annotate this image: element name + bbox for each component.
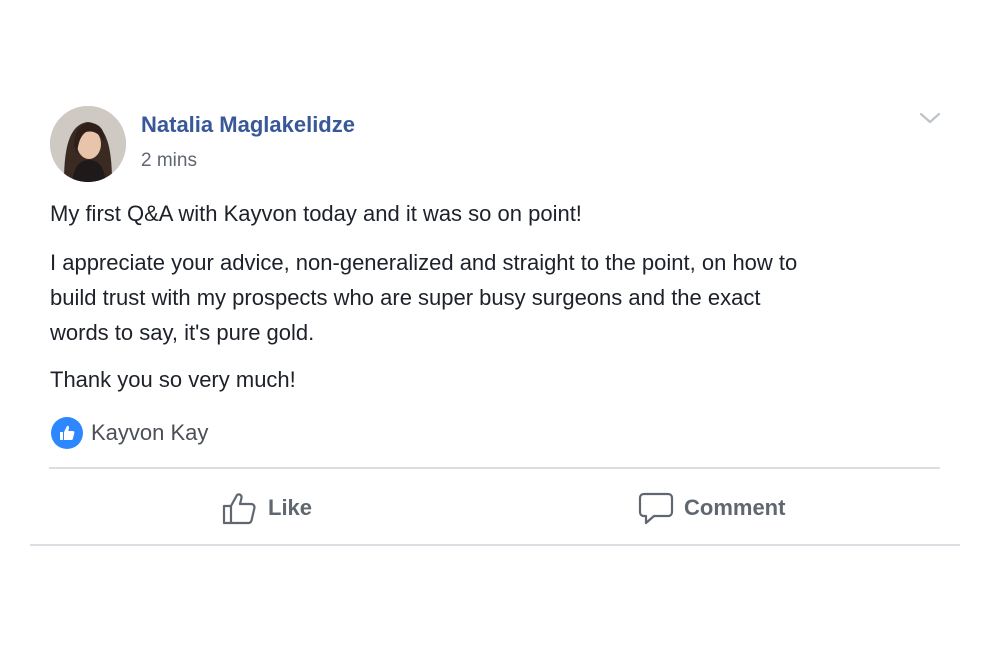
comment-label: Comment [684, 495, 786, 520]
post-text-line-3: build trust with my prospects who are su… [50, 285, 761, 310]
reactions-summary[interactable]: Kayvon Kay [51, 416, 208, 450]
reactor-name: Kayvon Kay [91, 420, 209, 445]
author-name[interactable]: Natalia Maglakelidze [141, 112, 355, 138]
post-text-line-2: I appreciate your advice, non-generalize… [50, 250, 798, 275]
comment-icon [638, 492, 674, 525]
avatar[interactable] [50, 106, 126, 182]
chevron-down-icon[interactable] [918, 110, 942, 126]
avatar-image [50, 106, 126, 182]
post-text-line-5: Thank you so very much! [50, 367, 296, 392]
like-reaction-icon [51, 417, 83, 449]
comment-button[interactable]: Comment [638, 486, 785, 530]
divider-bottom [30, 544, 960, 546]
post-card: Natalia Maglakelidze 2 mins My first Q&A… [0, 0, 991, 658]
post-timestamp[interactable]: 2 mins [141, 150, 197, 172]
like-label: Like [268, 495, 313, 520]
post-text-line-1: My first Q&A with Kayvon today and it wa… [50, 201, 582, 226]
divider [49, 467, 940, 469]
thumbs-up-icon [222, 493, 256, 525]
like-button[interactable]: Like [222, 486, 312, 530]
post-text-line-4: words to say, it's pure gold. [50, 320, 315, 345]
